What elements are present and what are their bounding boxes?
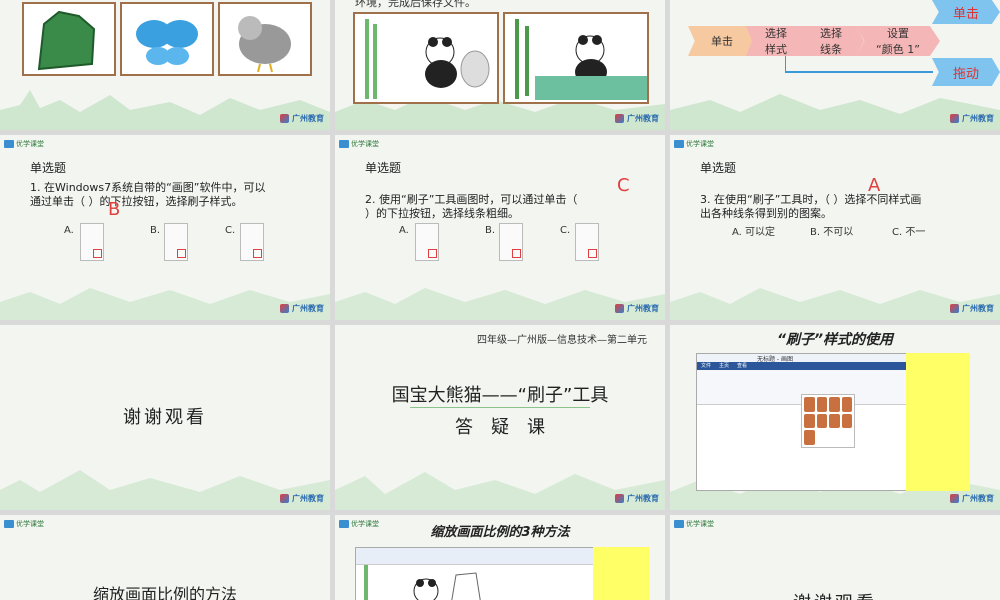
question-type: 单选题 bbox=[30, 161, 67, 175]
rock-painting bbox=[22, 2, 116, 76]
brand-logo-top: 优学课堂 bbox=[4, 139, 44, 149]
connector-line bbox=[785, 56, 933, 73]
slide-title: “刷子”样式的使用 bbox=[776, 332, 894, 348]
brand-logo-bottom: 广州教育 bbox=[950, 113, 994, 124]
slide-thumbnail-11[interactable]: 优学课堂 缩放画面比例的3种方法 bbox=[335, 515, 665, 600]
panda-bamboo-painting-1 bbox=[353, 12, 499, 104]
question-type: 单选题 bbox=[365, 161, 402, 175]
brush-style-icon bbox=[804, 430, 815, 445]
slide-subtitle: 答 疑 课 bbox=[455, 417, 545, 438]
slide-caption: 环境，完成后保存文件。 bbox=[355, 0, 476, 9]
line-width-icon bbox=[575, 223, 599, 261]
slide-title: 缩放画面比例的方法 bbox=[92, 585, 237, 600]
slide-title: 谢谢观看 bbox=[670, 589, 1000, 600]
slide-thumbnail-6[interactable]: 优学课堂 单选题 3. 在使用“刷子”工具时，（ ）选择不同样式画 出各种线条得到… bbox=[670, 135, 1000, 320]
brand-logo-top: 优学课堂 bbox=[4, 519, 44, 529]
slide-thumbnail-7[interactable]: 谢谢观看 广州教育 bbox=[0, 325, 330, 510]
slide-thumbnail-10[interactable]: 优学课堂 缩放画面比例的方法 bbox=[0, 515, 330, 600]
flow-step-select-style: 选择 样式 bbox=[746, 26, 806, 56]
panda-drawing bbox=[364, 565, 481, 600]
brand-logo-top: 优学课堂 bbox=[674, 139, 714, 149]
brush-style-icon bbox=[829, 397, 840, 412]
question-type: 单选题 bbox=[700, 161, 737, 175]
brush-style-icon bbox=[816, 397, 827, 412]
flow-step-set-color: 设置 “颜色 1” bbox=[856, 26, 940, 56]
line-width-icon bbox=[240, 223, 264, 261]
option-b: B. 不可以 bbox=[810, 227, 854, 238]
butterfly-painting bbox=[120, 2, 214, 76]
answer-mark: C bbox=[617, 175, 630, 196]
brand-logo-bottom: 广州教育 bbox=[280, 303, 324, 314]
tag-click: 单击 bbox=[932, 0, 1000, 24]
brush-tool-icon bbox=[164, 223, 188, 261]
question-text: 1. 在Windows7系统自带的“画图”软件中，可以 通过单击（ ）的下拉按钮，… bbox=[30, 181, 266, 208]
answer-mark: A bbox=[868, 175, 881, 196]
option-b: B. bbox=[485, 225, 496, 236]
brand-logo-bottom: 广州教育 bbox=[950, 303, 994, 314]
slide-title: 缩放画面比例的3种方法 bbox=[430, 525, 570, 540]
option-a: A. 可以定 bbox=[732, 227, 776, 238]
question-text: 3. 在使用“刷子”工具时，（ ）选择不同样式画 出各种线条得到别的图案。 bbox=[700, 193, 922, 220]
brand-logo-bottom: 广州教育 bbox=[615, 303, 659, 314]
slide-thumbnail-2[interactable]: 环境，完成后保存文件。 广州教育 bbox=[335, 0, 665, 130]
slide-thumbnail-1[interactable]: 广州教育 bbox=[0, 0, 330, 130]
slide-thumbnail-12[interactable]: 优学课堂 谢谢观看 bbox=[670, 515, 1000, 600]
brand-logo-bottom: 广州教育 bbox=[615, 493, 659, 504]
slide-thumbnail-5[interactable]: 优学课堂 单选题 2. 使用“刷子”工具画图时，可以通过单击（ ）的下拉按钮，选择… bbox=[335, 135, 665, 320]
brush-style-icon bbox=[804, 413, 815, 429]
option-c: C. bbox=[560, 225, 571, 236]
select-tool-icon bbox=[415, 223, 439, 261]
brand-logo-bottom: 广州教育 bbox=[615, 113, 659, 124]
brush-style-dropdown bbox=[801, 394, 855, 448]
option-a: A. bbox=[64, 225, 74, 236]
brand-logo-bottom: 广州教育 bbox=[950, 493, 994, 504]
paint-title-bar: 无标题 - 画图 bbox=[697, 354, 907, 363]
brush-style-icon bbox=[816, 413, 827, 429]
paint-ribbon-tabs: 文件 主页 查看 bbox=[697, 362, 907, 370]
sticky-note bbox=[906, 353, 970, 491]
brand-logo-bottom: 广州教育 bbox=[280, 493, 324, 504]
slide-thumbnail-3[interactable]: 单击 选择 样式 选择 线条 设置 “颜色 1” 单击 拖动 广州教育 bbox=[670, 0, 1000, 130]
tag-drag: 拖动 bbox=[932, 58, 1000, 86]
slide-thumbnail-4[interactable]: 优学课堂 单选题 1. 在Windows7系统自带的“画图”软件中，可以 通过单击… bbox=[0, 135, 330, 320]
panda-bamboo-painting-2 bbox=[503, 12, 649, 104]
option-c: C. 不一 bbox=[892, 227, 926, 238]
paint-window-screenshot: 无标题 - 画图 文件 主页 查看 bbox=[696, 353, 908, 491]
chick-painting bbox=[218, 2, 312, 76]
brush-style-icon bbox=[829, 413, 840, 429]
option-c: C. bbox=[225, 225, 236, 236]
flow-step-select-line: 选择 线条 bbox=[798, 26, 864, 56]
brand-logo-top: 优学课堂 bbox=[674, 519, 714, 529]
brush-style-icon bbox=[841, 397, 852, 412]
flow-step-click: 单击 bbox=[688, 26, 756, 56]
answer-mark: B bbox=[108, 199, 121, 220]
brush-tool-icon bbox=[499, 223, 523, 261]
question-text: 2. 使用“刷子”工具画图时，可以通过单击（ ）的下拉按钮，选择线条粗细。 bbox=[365, 193, 578, 220]
brush-style-icon bbox=[804, 397, 815, 412]
brush-style-icon bbox=[841, 413, 852, 429]
select-tool-icon bbox=[80, 223, 104, 261]
option-b: B. bbox=[150, 225, 161, 236]
title-underline bbox=[410, 407, 590, 408]
paint-window-screenshot bbox=[355, 547, 597, 600]
slide-thumbnail-8[interactable]: 四年级—广州版—信息技术—第二单元 国宝大熊猫——“刷子”工具 答 疑 课 广州… bbox=[335, 325, 665, 510]
course-header: 四年级—广州版—信息技术—第二单元 bbox=[477, 335, 647, 346]
slide-title: 国宝大熊猫——“刷子”工具 bbox=[391, 385, 609, 406]
brand-logo-bottom: 广州教育 bbox=[280, 113, 324, 124]
slide-thumbnail-9[interactable]: “刷子”样式的使用 无标题 - 画图 文件 主页 查看 广州教育 bbox=[670, 325, 1000, 510]
option-a: A. bbox=[399, 225, 409, 236]
slide-title: 谢谢观看 bbox=[123, 407, 207, 428]
paint-ribbon bbox=[356, 548, 596, 565]
sticky-note bbox=[593, 547, 649, 600]
brand-logo-top: 优学课堂 bbox=[339, 139, 379, 149]
